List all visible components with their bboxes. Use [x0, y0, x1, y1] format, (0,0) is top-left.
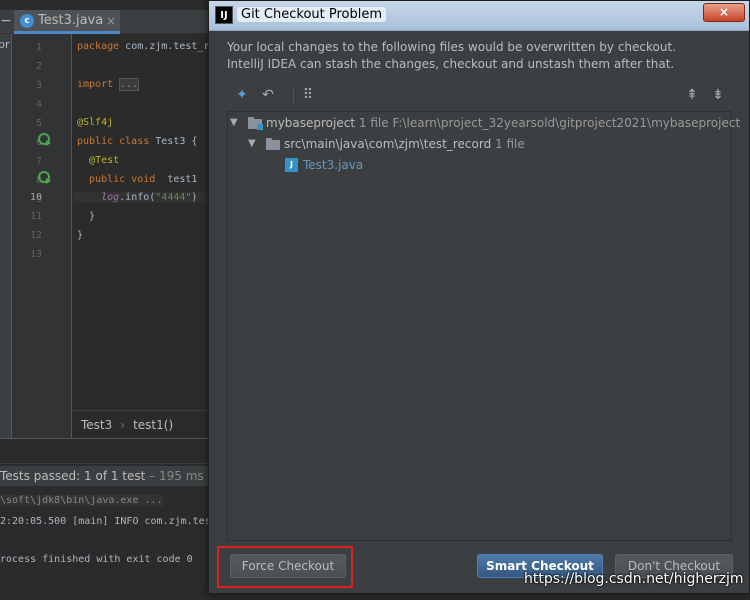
console-line-java-path: \soft\jdk8\bin\java.exe ...	[0, 495, 163, 506]
show-diff-icon[interactable]: ✦	[233, 86, 251, 104]
code-editor[interactable]: package com.zjm.test_r import ... @Slf4j…	[73, 34, 210, 438]
run-panel-divider	[0, 463, 210, 464]
dialog-close-button[interactable]: ×	[703, 3, 745, 22]
tab-test3-java[interactable]: c Test3.java ×	[14, 10, 120, 34]
code-line-import: import ...	[77, 78, 140, 91]
breadcrumb-class[interactable]: Test3	[81, 418, 112, 432]
tree-node-directory[interactable]: ▼ src\main\java\com\zjm\test_record 1 fi…	[248, 134, 728, 154]
line-number: 11	[29, 211, 42, 222]
tests-status-count: 1 of 1 test	[84, 469, 146, 483]
breadcrumb-separator: ›	[120, 418, 126, 432]
run-panel: Tests passed: 1 of 1 test – 195 ms \soft…	[0, 438, 217, 600]
tab-label: Test3.java	[38, 13, 104, 28]
line-number: 7	[35, 156, 42, 167]
dialog-title-bar[interactable]: IJ Git Checkout Problem ×	[209, 1, 749, 31]
code-line-annotation: @Slf4j	[77, 117, 114, 128]
module-folder-icon	[248, 117, 263, 130]
line-number: 3	[35, 80, 42, 91]
changed-files-tree: ▼ mybaseproject 1 file F:\learn\project_…	[227, 111, 740, 541]
console-line-exit: rocess finished with exit code 0	[0, 554, 193, 565]
directory-name: src\main\java\com\zjm\test_record	[284, 137, 492, 151]
folder-icon	[266, 138, 280, 150]
code-line-class: public class Test3 {	[77, 136, 198, 147]
intellij-logo-icon: IJ	[215, 6, 233, 24]
line-number: 4	[35, 99, 42, 110]
java-file-icon: J	[285, 158, 298, 172]
git-checkout-problem-dialog: IJ Git Checkout Problem × Your local cha…	[208, 0, 750, 594]
project-strip-label: pr	[0, 38, 10, 51]
run-class-icon[interactable]	[38, 132, 52, 146]
line-number: 1	[35, 42, 42, 53]
line-number-gutter: 1 2 3 4 5 6 7 8 9 10 11 12 13	[12, 34, 72, 438]
line-number: 2	[35, 61, 42, 72]
editor-tab-bar: − c Test3.java ×	[0, 10, 210, 34]
collapse-all-icon[interactable]: ⇟	[709, 86, 727, 104]
force-checkout-button[interactable]: Force Checkout	[230, 554, 346, 578]
folded-imports[interactable]: ...	[119, 78, 140, 91]
tests-status-prefix: Tests passed:	[0, 469, 85, 483]
group-by-icon[interactable]: ⠿	[299, 86, 317, 104]
code-line-close-class: }	[77, 230, 84, 241]
line-number: 12	[29, 230, 42, 241]
project-tool-strip[interactable]: pr	[0, 34, 12, 438]
rollback-icon[interactable]: ↶	[259, 86, 277, 104]
expand-arrow-icon[interactable]: ▼	[248, 134, 260, 154]
tab-close-icon[interactable]: ×	[106, 10, 116, 32]
expand-arrow-icon[interactable]: ▼	[230, 113, 242, 133]
tests-status-bar: Tests passed: 1 of 1 test – 195 ms	[0, 466, 210, 486]
module-path: F:\learn\project_32yearsold\gitproject20…	[392, 116, 741, 130]
code-line-test-annotation: @Test	[89, 155, 120, 166]
dialog-title: Git Checkout Problem	[237, 7, 387, 22]
java-class-icon: c	[20, 14, 34, 28]
dialog-message-line2: IntelliJ IDEA can stash the changes, che…	[227, 57, 675, 71]
code-line-current: log.info("4444")	[73, 192, 210, 203]
minimize-icon[interactable]: −	[0, 12, 12, 30]
run-test-icon[interactable]	[38, 170, 52, 184]
expand-all-icon[interactable]: ⇞	[683, 86, 701, 104]
directory-file-count: 1 file	[495, 137, 525, 151]
tests-status-time: – 195 ms	[145, 469, 204, 483]
dialog-message-line1: Your local changes to the following file…	[227, 40, 677, 54]
code-line-close-method: }	[89, 211, 96, 222]
toolbar-separator	[293, 88, 294, 104]
changes-toolbar: ✦ ↶ ⠿ ⇞ ⇟	[227, 83, 731, 109]
file-name: Test3.java	[303, 158, 364, 172]
line-number: 13	[29, 249, 42, 260]
line-number: 5	[35, 118, 42, 129]
line-number-current: 10	[29, 192, 42, 203]
module-name: mybaseproject	[266, 116, 356, 130]
code-line-package: package com.zjm.test_r	[77, 41, 210, 52]
tree-node-file[interactable]: J Test3.java	[285, 155, 485, 175]
module-file-count: 1 file	[358, 116, 389, 130]
source-watermark: https://blog.csdn.net/higherzjm	[524, 571, 744, 587]
code-line-method: public void test1	[89, 174, 198, 185]
breadcrumb-method[interactable]: test1()	[133, 418, 173, 432]
breadcrumb: Test3 › test1()	[72, 410, 210, 438]
console-line-log: 2:20:05.500 [main] INFO com.zjm.test	[0, 516, 217, 527]
tree-node-module[interactable]: ▼ mybaseproject 1 file F:\learn\project_…	[230, 113, 740, 133]
